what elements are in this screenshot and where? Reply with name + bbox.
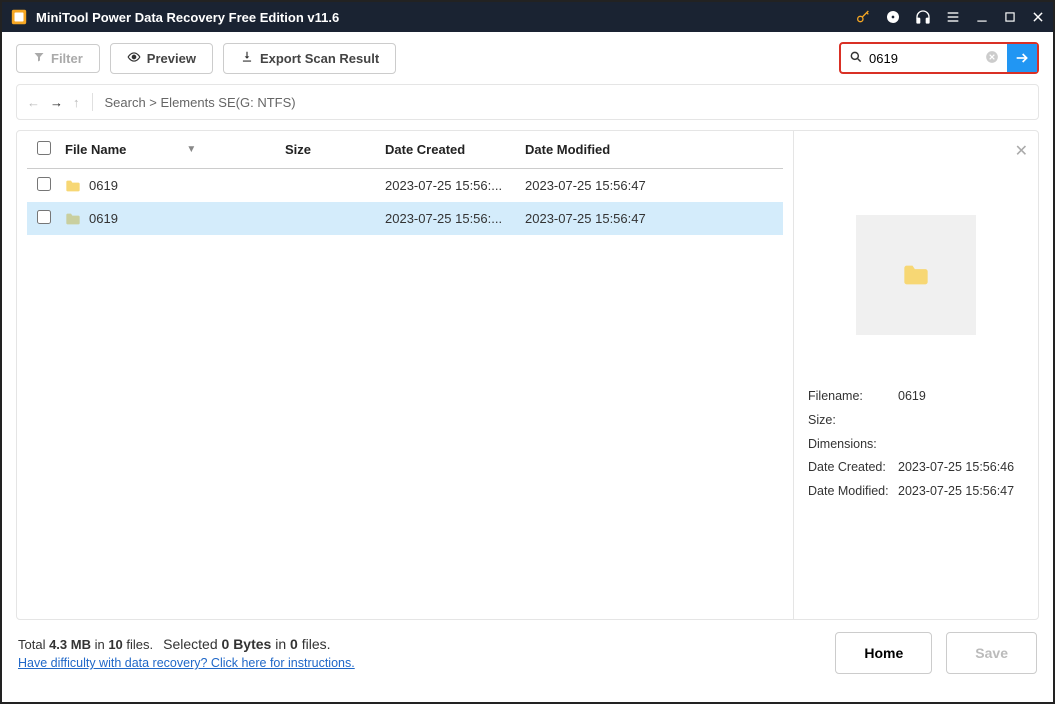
filter-icon xyxy=(33,51,45,66)
table-row[interactable]: 0619 2023-07-25 15:56:... 2023-07-25 15:… xyxy=(27,169,783,202)
nav-forward-icon[interactable]: → xyxy=(50,95,63,110)
file-name: 0619 xyxy=(89,178,118,193)
filter-label: Filter xyxy=(51,51,83,66)
meta-filename: 0619 xyxy=(898,385,926,409)
meta-label-modified: Date Modified: xyxy=(808,480,898,504)
col-header-name[interactable]: File Name▼ xyxy=(65,142,285,157)
eye-icon xyxy=(127,50,141,67)
file-created: 2023-07-25 15:56:... xyxy=(385,211,525,226)
disc-icon[interactable] xyxy=(885,9,901,25)
preview-pane: ✕ Filename:0619 Size: Dimensions: Date C… xyxy=(793,131,1038,619)
search-input[interactable] xyxy=(869,51,979,66)
meta-label-filename: Filename: xyxy=(808,385,898,409)
search-icon xyxy=(849,50,863,67)
preview-meta: Filename:0619 Size: Dimensions: Date Cre… xyxy=(808,385,1024,504)
col-header-size[interactable]: Size xyxy=(285,142,385,157)
meta-label-dimensions: Dimensions: xyxy=(808,433,898,457)
menu-icon[interactable] xyxy=(945,9,961,25)
file-list-pane: File Name▼ Size Date Created Date Modifi… xyxy=(17,131,793,619)
meta-label-size: Size: xyxy=(808,409,898,433)
filter-button[interactable]: Filter xyxy=(16,44,100,73)
content: File Name▼ Size Date Created Date Modifi… xyxy=(16,130,1039,620)
file-modified: 2023-07-25 15:56:47 xyxy=(525,178,665,193)
breadcrumb: Search > Elements SE(G: NTFS) xyxy=(105,95,296,110)
meta-created: 2023-07-25 15:56:46 xyxy=(898,456,1014,480)
preview-button[interactable]: Preview xyxy=(110,43,213,74)
nav-up-icon[interactable]: ↑ xyxy=(73,95,80,110)
search-go-button[interactable] xyxy=(1007,44,1037,72)
clear-search-icon[interactable] xyxy=(985,50,999,67)
col-header-created[interactable]: Date Created xyxy=(385,142,525,157)
folder-icon xyxy=(65,179,81,193)
close-preview-icon[interactable]: ✕ xyxy=(1015,141,1028,161)
headphones-icon[interactable] xyxy=(915,9,931,25)
preview-thumbnail xyxy=(856,215,976,335)
toolbar: Filter Preview Export Scan Result xyxy=(2,32,1053,84)
titlebar-icons xyxy=(855,9,1045,25)
help-link[interactable]: Have difficulty with data recovery? Clic… xyxy=(18,656,355,670)
nav-back-icon[interactable]: ← xyxy=(27,95,40,110)
row-checkbox[interactable] xyxy=(37,210,51,224)
close-icon[interactable] xyxy=(1031,10,1045,24)
folder-icon xyxy=(65,212,81,226)
footer: Total 4.3 MB in 10 files. Selected 0 Byt… xyxy=(2,620,1053,686)
meta-label-created: Date Created: xyxy=(808,456,898,480)
divider xyxy=(92,93,93,111)
row-checkbox[interactable] xyxy=(37,177,51,191)
export-label: Export Scan Result xyxy=(260,51,379,66)
sort-icon: ▼ xyxy=(186,144,196,155)
titlebar: MiniTool Power Data Recovery Free Editio… xyxy=(2,2,1053,32)
preview-label: Preview xyxy=(147,51,196,66)
search-box xyxy=(839,42,1039,74)
list-header: File Name▼ Size Date Created Date Modifi… xyxy=(27,131,783,169)
export-button[interactable]: Export Scan Result xyxy=(223,43,396,74)
file-created: 2023-07-25 15:56:... xyxy=(385,178,525,193)
file-name: 0619 xyxy=(89,211,118,226)
select-all-checkbox[interactable] xyxy=(37,141,51,155)
col-header-modified[interactable]: Date Modified xyxy=(525,142,665,157)
breadcrumb-bar: ← → ↑ Search > Elements SE(G: NTFS) xyxy=(16,84,1039,120)
meta-modified: 2023-07-25 15:56:47 xyxy=(898,480,1014,504)
table-row[interactable]: 0619 2023-07-25 15:56:... 2023-07-25 15:… xyxy=(27,202,783,235)
home-button[interactable]: Home xyxy=(835,632,932,674)
app-title: MiniTool Power Data Recovery Free Editio… xyxy=(36,10,855,25)
minimize-icon[interactable] xyxy=(975,10,989,24)
save-button[interactable]: Save xyxy=(946,632,1037,674)
export-icon xyxy=(240,50,254,67)
app-logo-icon xyxy=(10,8,28,26)
summary: Total 4.3 MB in 10 files. Selected 0 Byt… xyxy=(18,636,355,652)
maximize-icon[interactable] xyxy=(1003,10,1017,24)
file-modified: 2023-07-25 15:56:47 xyxy=(525,211,665,226)
key-icon[interactable] xyxy=(855,9,871,25)
